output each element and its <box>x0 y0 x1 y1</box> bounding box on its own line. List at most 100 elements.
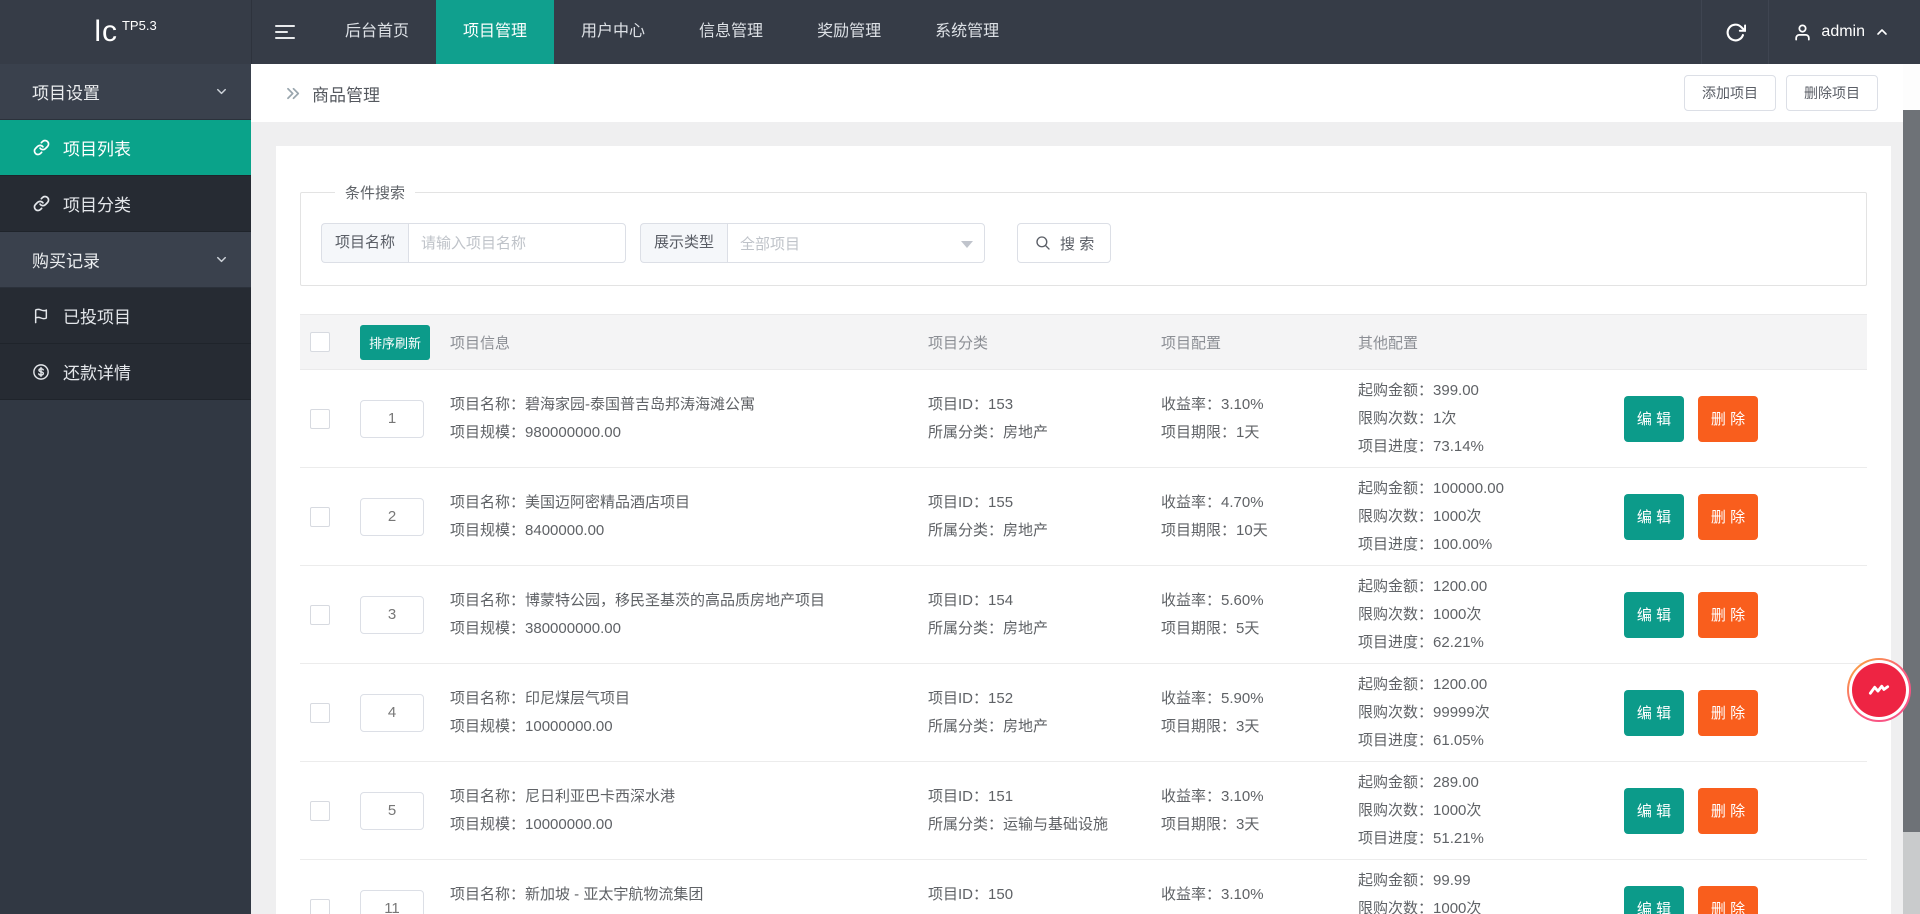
project-name-label: 项目名称： <box>450 689 526 707</box>
progress-label: 项目进度： <box>1358 829 1434 847</box>
sidebar-item-repayment-details[interactable]: 还款详情 <box>0 344 251 400</box>
edit-button[interactable]: 编 辑 <box>1624 787 1684 834</box>
user-icon <box>1795 24 1811 40</box>
cell-other-config: 起购金额：100000.00 限购次数：1000次 项目进度：100.00% <box>1358 474 1624 560</box>
row-checkbox[interactable] <box>310 506 330 527</box>
sidebar-item-invested-projects[interactable]: 已投项目 <box>0 288 251 344</box>
sidebar-group-purchase-records[interactable]: 购买记录 <box>0 232 251 288</box>
progress-value: 62.21% <box>1433 633 1484 651</box>
row-checkbox[interactable] <box>310 898 330 914</box>
delete-button[interactable]: 删 除 <box>1698 395 1758 442</box>
admin-menu-button[interactable]: admin <box>1769 23 1920 42</box>
delete-button[interactable]: 删 除 <box>1698 689 1758 736</box>
refresh-button[interactable] <box>1702 0 1768 64</box>
service-button-core <box>1852 663 1906 717</box>
project-scale-label: 项目规模： <box>450 717 526 735</box>
category-label: 所属分类： <box>928 815 1004 833</box>
search-panel-title: 条件搜索 <box>345 185 406 202</box>
sidebar-item-project-category[interactable]: 项目分类 <box>0 176 251 232</box>
navbar-right: admin <box>1701 0 1920 64</box>
scrollbar-track[interactable] <box>1903 64 1920 110</box>
delete-button[interactable]: 删 除 <box>1698 787 1758 834</box>
edit-button[interactable]: 编 辑 <box>1624 689 1684 736</box>
row-checkbox[interactable] <box>310 408 330 429</box>
admin-username: admin <box>1821 23 1865 40</box>
nav-item-rewards[interactable]: 奖励管理 <box>790 0 908 64</box>
cell-project-config: 收益率：3.10% 项目期限：2天 <box>1161 880 1358 914</box>
category-label: 所属分类： <box>928 619 1004 637</box>
cell-project-info: 项目名称：碧海家园-泰国普吉岛邦涛海滩公寓 项目规模：980000000.00 <box>450 390 928 448</box>
nav-item-users[interactable]: 用户中心 <box>554 0 672 64</box>
cell-project-category: 项目ID：153 所属分类：房地产 <box>928 390 1161 448</box>
min-amount-label: 起购金额： <box>1358 381 1434 399</box>
progress-label: 项目进度： <box>1358 437 1434 455</box>
project-name-input[interactable] <box>408 223 627 263</box>
sort-order-input[interactable] <box>360 889 424 914</box>
link-icon <box>33 195 49 212</box>
add-project-button[interactable]: 添加项目 <box>1684 75 1776 111</box>
cell-project-config: 收益率：5.60% 项目期限：5天 <box>1161 586 1358 644</box>
edit-button[interactable]: 编 辑 <box>1624 591 1684 638</box>
edit-button[interactable]: 编 辑 <box>1624 493 1684 540</box>
cell-project-category: 项目ID：152 所属分类：房地产 <box>928 684 1161 742</box>
display-type-select[interactable]: 全部项目 <box>727 223 986 263</box>
select-all-checkbox[interactable] <box>310 332 330 352</box>
row-checkbox[interactable] <box>310 702 330 723</box>
breadcrumb-bar: 商品管理 添加项目 删除项目 <box>251 64 1920 122</box>
sidebar-group-project-settings[interactable]: 项目设置 <box>0 64 251 120</box>
sort-order-input[interactable] <box>360 595 424 634</box>
nav-item-system[interactable]: 系统管理 <box>908 0 1026 64</box>
progress-label: 项目进度： <box>1358 731 1434 749</box>
sort-order-input[interactable] <box>360 399 424 438</box>
scrollbar-thumb[interactable] <box>1903 110 1920 832</box>
sidebar-item-label: 已投项目 <box>63 308 131 327</box>
customer-service-button[interactable] <box>1847 658 1911 722</box>
delete-project-button[interactable]: 删除项目 <box>1786 75 1878 111</box>
rate-value: 3.10% <box>1221 885 1264 903</box>
min-amount-value: 1200.00 <box>1433 577 1488 595</box>
nav-item-projects[interactable]: 项目管理 <box>436 0 555 64</box>
delete-button[interactable]: 删 除 <box>1698 591 1758 638</box>
limit-label: 限购次数： <box>1358 703 1434 721</box>
sidebar-item-label: 项目分类 <box>63 196 131 215</box>
sidebar-toggle-button[interactable] <box>251 0 318 64</box>
main-menu: 后台首页 项目管理 用户中心 信息管理 奖励管理 系统管理 <box>318 0 1026 64</box>
sort-refresh-button[interactable]: 排序刷新 <box>360 324 431 360</box>
project-name-group: 项目名称 <box>321 223 627 263</box>
nav-item-info[interactable]: 信息管理 <box>672 0 790 64</box>
cell-other-config: 起购金额：399.00 限购次数：1次 项目进度：73.14% <box>1358 376 1624 462</box>
vertical-scrollbar[interactable] <box>1903 64 1920 914</box>
sort-order-input[interactable] <box>360 791 424 830</box>
nav-item-home[interactable]: 后台首页 <box>318 0 436 64</box>
delete-button[interactable]: 删 除 <box>1698 493 1758 540</box>
dollar-circle-icon <box>33 363 49 380</box>
edit-button[interactable]: 编 辑 <box>1624 395 1684 442</box>
sidebar-item-project-list[interactable]: 项目列表 <box>0 120 251 176</box>
project-name-label: 项目名称： <box>450 395 526 413</box>
row-checkbox[interactable] <box>310 604 330 625</box>
sort-order-input[interactable] <box>360 693 424 732</box>
chevron-down-icon <box>217 256 226 263</box>
rate-value: 4.70% <box>1221 493 1264 511</box>
limit-value: 1次 <box>1433 409 1457 427</box>
term-value: 10天 <box>1236 521 1268 539</box>
cell-project-category: 项目ID：155 所属分类：房地产 <box>928 488 1161 546</box>
row-checkbox[interactable] <box>310 800 330 821</box>
term-label: 项目期限： <box>1161 717 1237 735</box>
limit-label: 限购次数： <box>1358 409 1434 427</box>
breadcrumb: 商品管理 <box>284 81 380 106</box>
project-name-value: 碧海家园-泰国普吉岛邦涛海滩公寓 <box>525 395 756 413</box>
project-scale-label: 项目规模： <box>450 815 526 833</box>
term-label: 项目期限： <box>1161 521 1237 539</box>
edit-button[interactable]: 编 辑 <box>1624 885 1684 914</box>
category-label: 所属分类： <box>928 423 1004 441</box>
sidebar: 项目设置 项目列表 项目分类 购买记录 已投项目 还款详情 <box>0 64 251 914</box>
display-type-value: 全部项目 <box>740 235 801 253</box>
category-value: 运输与基础设施 <box>1003 815 1109 833</box>
sort-order-input[interactable] <box>360 497 424 536</box>
project-id-value: 155 <box>988 493 1014 511</box>
delete-button[interactable]: 删 除 <box>1698 885 1758 914</box>
search-button[interactable]: 搜 索 <box>1017 223 1112 263</box>
app-window: lc TP5.3 后台首页 项目管理 用户中心 信息管理 奖励管理 系统管理 a… <box>0 0 1920 914</box>
app-logo: lc TP5.3 <box>0 0 251 64</box>
